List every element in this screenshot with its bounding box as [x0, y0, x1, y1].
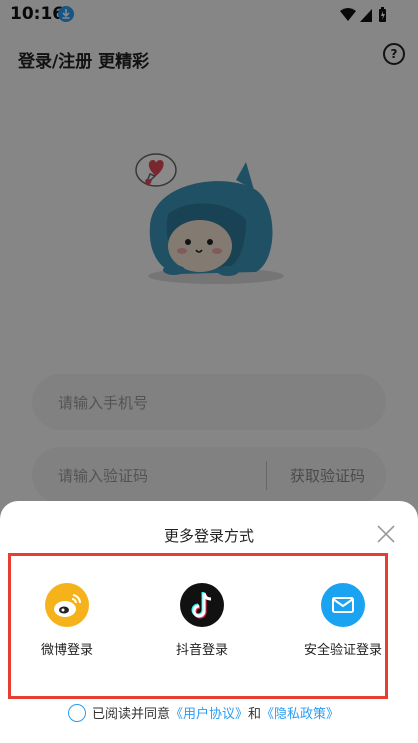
douyin-login-button[interactable]: 抖音登录 [147, 583, 257, 658]
secure-verify-login-label: 安全验证登录 [303, 643, 382, 658]
user-agreement-link[interactable]: 《用户协议》 [170, 707, 248, 722]
agreement-row: 已阅读并同意《用户协议》和《隐私政策》 [68, 703, 339, 722]
sheet-title: 更多登录方式 [163, 527, 254, 545]
douyin-icon [180, 583, 224, 627]
close-icon[interactable] [374, 522, 398, 546]
douyin-login-label: 抖音登录 [175, 643, 228, 658]
weibo-login-button[interactable]: 微博登录 [12, 583, 122, 658]
privacy-policy-link[interactable]: 《隐私政策》 [261, 707, 339, 722]
agree-checkbox[interactable] [68, 704, 86, 722]
mail-icon [321, 583, 365, 627]
and-text: 和 [248, 707, 262, 722]
secure-verify-login-button[interactable]: 安全验证登录 [288, 583, 398, 658]
weibo-login-label: 微博登录 [40, 643, 93, 658]
more-login-sheet: 更多登录方式 微博登录 抖音登录 安全验证登录 已阅读并同意《用户协议》和《隐私… [0, 501, 418, 743]
agree-prefix: 已阅读并同意 [92, 707, 171, 722]
weibo-icon [45, 583, 89, 627]
